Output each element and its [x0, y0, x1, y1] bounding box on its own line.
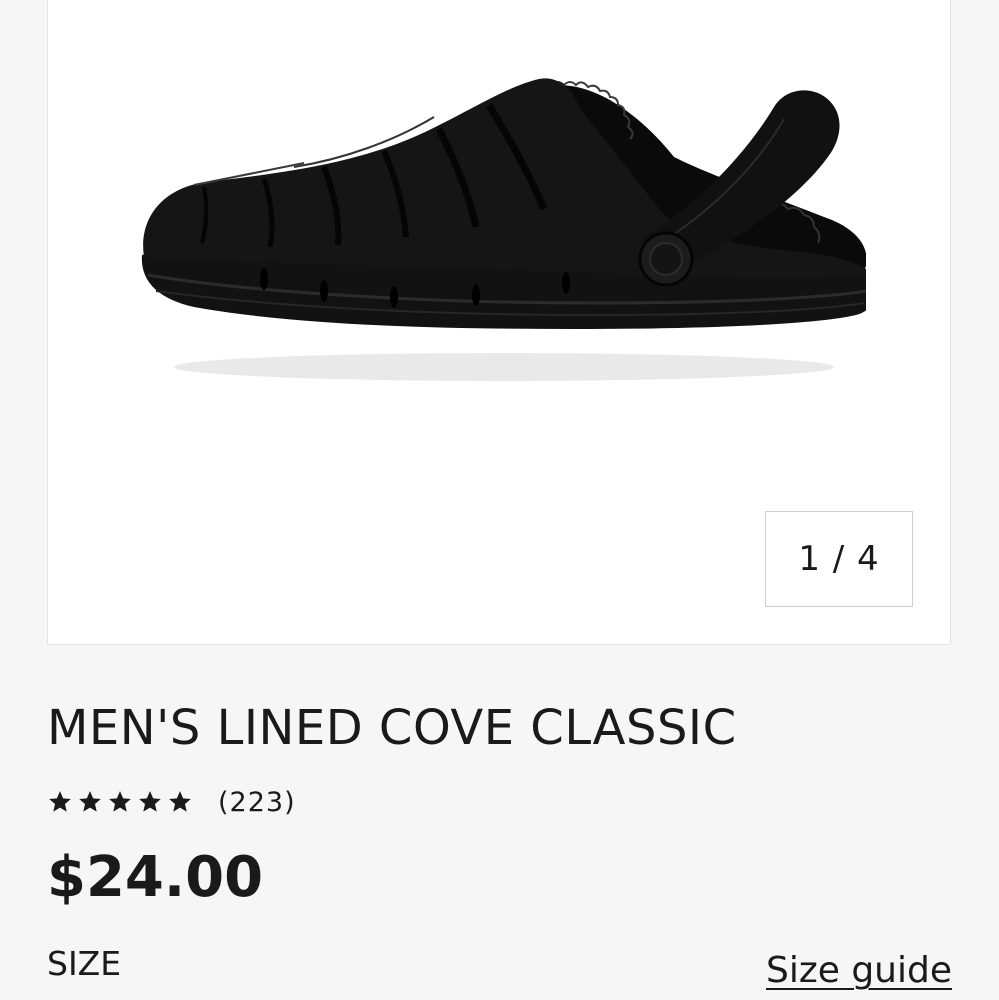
star-rating	[47, 789, 193, 815]
star-icon	[169, 791, 191, 812]
review-count[interactable]: (223)	[218, 787, 296, 818]
slide-counter: 1 / 4	[765, 511, 913, 607]
star-icon	[49, 791, 71, 812]
product-price: $24.00	[47, 845, 264, 910]
star-icon	[109, 791, 131, 812]
rating-summary[interactable]: (223)	[47, 782, 296, 822]
star-icon	[79, 791, 101, 812]
size-guide-link[interactable]: Size guide	[766, 950, 952, 991]
star-icon	[139, 791, 161, 812]
size-label: SIZE	[47, 944, 122, 983]
product-image[interactable]	[134, 67, 866, 387]
product-gallery[interactable]: 1 / 4	[47, 0, 951, 645]
product-page: 1 / 4 MEN'S LINED COVE CLASSIC (223) $24…	[0, 0, 999, 1000]
product-title: MEN'S LINED COVE CLASSIC	[47, 700, 737, 756]
